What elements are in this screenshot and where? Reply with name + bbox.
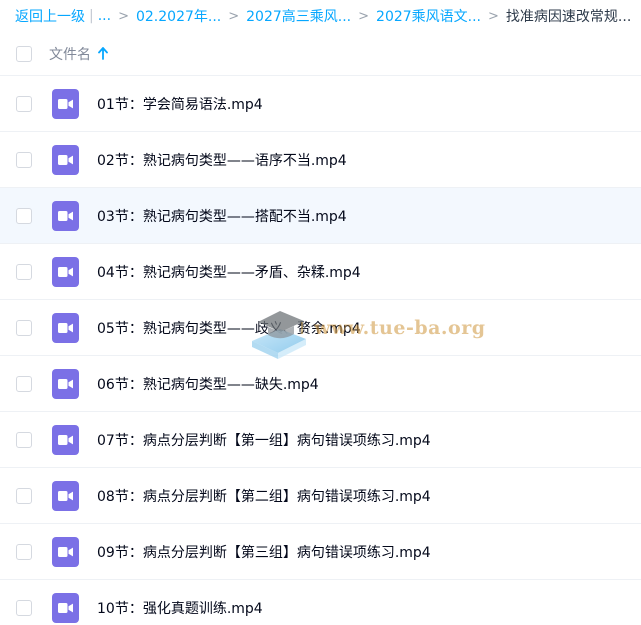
list-item[interactable]: 06节：熟记病句类型——缺失.mp4 xyxy=(0,356,641,412)
list-header: 文件名 xyxy=(0,32,641,76)
chevron-right-icon: > xyxy=(118,8,129,24)
file-name[interactable]: 02节：熟记病句类型——语序不当.mp4 xyxy=(97,150,347,170)
list-item[interactable]: 03节：熟记病句类型——搭配不当.mp4 xyxy=(0,188,641,244)
file-name[interactable]: 07节：病点分层判断【第一组】病句错误项练习.mp4 xyxy=(97,430,431,450)
row-checkbox[interactable] xyxy=(16,600,32,616)
chevron-right-icon: > xyxy=(228,8,240,24)
video-file-icon xyxy=(52,200,79,231)
breadcrumb: 返回上一级 | ... > 02.2027年... > 2027高三乘风... … xyxy=(0,0,641,32)
list-item[interactable]: 01节：学会简易语法.mp4 xyxy=(0,76,641,132)
file-name[interactable]: 08节：病点分层判断【第二组】病句错误项练习.mp4 xyxy=(97,486,431,506)
breadcrumb-item-1[interactable]: 02.2027年... xyxy=(136,6,221,26)
row-checkbox[interactable] xyxy=(16,431,32,448)
breadcrumb-current: 找准病因速改常规... xyxy=(505,9,632,25)
video-file-icon xyxy=(52,144,79,175)
chevron-right-icon: > xyxy=(358,8,370,24)
file-name[interactable]: 01节：学会简易语法.mp4 xyxy=(97,94,263,114)
file-name[interactable]: 04节：熟记病句类型——矛盾、杂糅.mp4 xyxy=(97,262,361,282)
breadcrumb-ellipsis[interactable]: ... xyxy=(98,8,111,24)
list-item[interactable]: 02节：熟记病句类型——语序不当.mp4 xyxy=(0,132,641,188)
row-checkbox[interactable] xyxy=(16,263,32,280)
arrow-up-icon[interactable] xyxy=(98,47,108,60)
file-name[interactable]: 03节：熟记病句类型——搭配不当.mp4 xyxy=(97,206,347,226)
list-item[interactable]: 05节：熟记病句类型——歧义、赘余.mp4 xyxy=(0,300,641,356)
video-file-icon xyxy=(52,256,79,287)
list-item[interactable]: 09节：病点分层判断【第三组】病句错误项练习.mp4 xyxy=(0,524,641,580)
column-header-label: 文件名 xyxy=(49,46,91,63)
list-item[interactable]: 07节：病点分层判断【第一组】病句错误项练习.mp4 xyxy=(0,412,641,468)
column-header-filename[interactable]: 文件名 xyxy=(49,44,108,64)
row-checkbox[interactable] xyxy=(16,207,32,224)
file-name[interactable]: 06节：熟记病句类型——缺失.mp4 xyxy=(97,374,319,394)
file-browser: 返回上一级 | ... > 02.2027年... > 2027高三乘风... … xyxy=(0,0,641,625)
video-file-icon xyxy=(52,536,79,567)
file-name[interactable]: 09节：病点分层判断【第三组】病句错误项练习.mp4 xyxy=(97,542,431,562)
back-link[interactable]: 返回上一级 xyxy=(15,6,85,26)
row-checkbox[interactable] xyxy=(16,95,32,112)
file-name[interactable]: 10节：强化真题训练.mp4 xyxy=(97,598,263,618)
row-checkbox[interactable] xyxy=(16,487,32,504)
row-checkbox[interactable] xyxy=(16,543,32,560)
video-file-icon xyxy=(52,424,79,455)
list-item[interactable]: 04节：熟记病句类型——矛盾、杂糅.mp4 xyxy=(0,244,641,300)
breadcrumb-item-3[interactable]: 2027乘风语文... xyxy=(376,6,481,26)
select-all-checkbox[interactable] xyxy=(16,45,32,62)
video-file-icon xyxy=(52,480,79,511)
video-file-icon xyxy=(52,312,79,343)
breadcrumb-divider: | xyxy=(89,8,94,24)
file-name[interactable]: 05节：熟记病句类型——歧义、赘余.mp4 xyxy=(97,318,361,338)
list-item[interactable]: 10节：强化真题训练.mp4 xyxy=(0,580,641,625)
breadcrumb-item-2[interactable]: 2027高三乘风... xyxy=(246,6,351,26)
chevron-right-icon: > xyxy=(488,8,499,24)
video-file-icon xyxy=(52,88,79,119)
row-checkbox[interactable] xyxy=(16,375,32,392)
video-file-icon xyxy=(52,368,79,399)
row-checkbox[interactable] xyxy=(16,151,32,168)
row-checkbox[interactable] xyxy=(16,319,32,336)
list-item[interactable]: 08节：病点分层判断【第二组】病句错误项练习.mp4 xyxy=(0,468,641,524)
video-file-icon xyxy=(52,593,79,623)
